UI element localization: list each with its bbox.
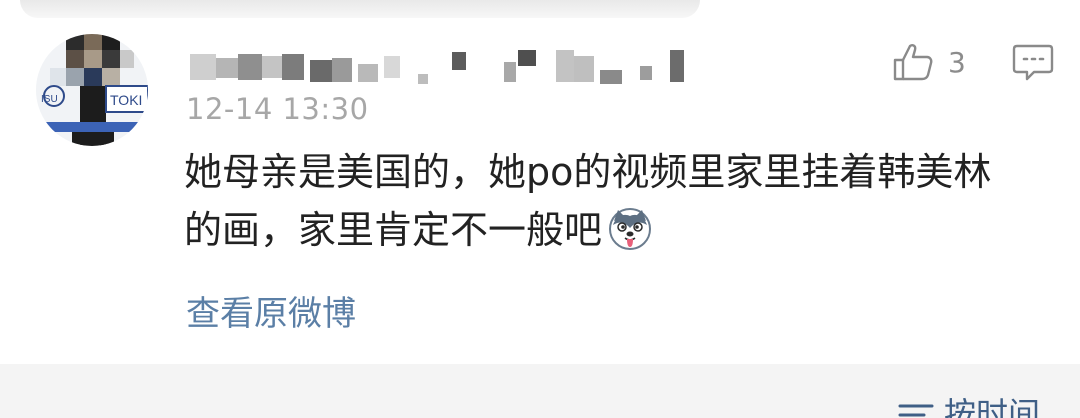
sort-by-time-button[interactable]: 按时间 (898, 394, 1040, 418)
username-redacted[interactable] (186, 44, 706, 84)
svg-text:ISU: ISU (41, 94, 58, 105)
avatar-image: ISU TOKI (36, 34, 148, 146)
comments-sort-bar: 按时间 (0, 364, 1080, 418)
view-original-weibo-link[interactable]: 查看原微博 (186, 286, 356, 335)
comment-card: ISU TOKI 12-14 13:30 3 她母亲是美国的，她po的视频里家里… (0, 0, 1080, 418)
sort-label: 按时间 (943, 395, 1040, 418)
like-button[interactable]: 3 (892, 42, 966, 82)
comment-timestamp: 12-14 13:30 (186, 92, 369, 126)
reply-button[interactable] (1012, 42, 1054, 86)
husky-dog-emoji-icon (609, 208, 652, 250)
avatar[interactable]: ISU TOKI (36, 34, 148, 146)
comment-text-line-1: 她母亲是美国的，她po的视频里家里挂着韩美林 (184, 150, 992, 194)
comment-text-line-2: 的画，家里肯定不一般吧 (184, 201, 1054, 259)
thumbs-up-icon (893, 44, 933, 81)
comment-text-line-2-content: 的画，家里肯定不一般吧 (184, 208, 603, 252)
comment-bubble-icon (1012, 44, 1054, 81)
sort-lines-icon (898, 404, 934, 417)
comment-text: 她母亲是美国的，她po的视频里家里挂着韩美林 的画，家里肯定不一般吧 (184, 143, 1054, 259)
avatar-caption: TOKI (110, 92, 142, 108)
previous-item-edge (20, 0, 700, 18)
like-count: 3 (948, 45, 966, 79)
